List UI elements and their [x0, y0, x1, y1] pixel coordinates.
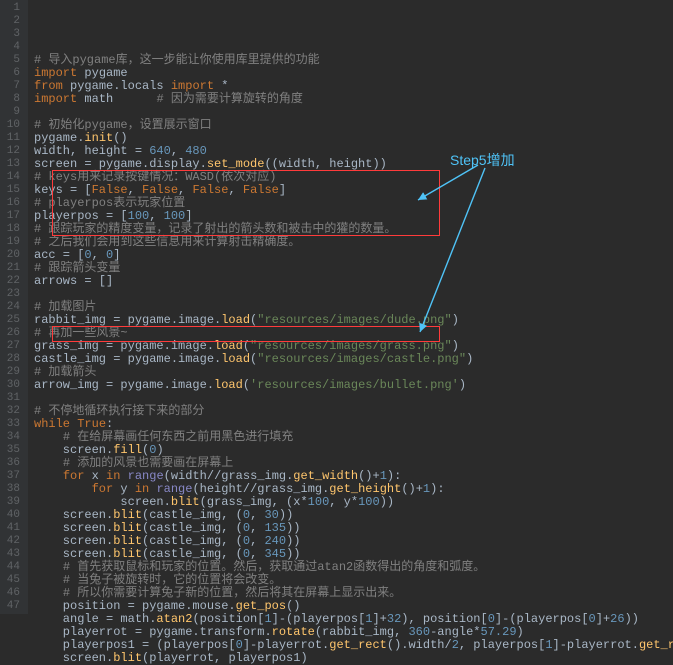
code-line[interactable]: # 不停地循环执行接下来的部分 [34, 405, 673, 418]
line-number: 4 [4, 41, 20, 54]
line-number: 37 [4, 470, 20, 483]
line-number: 22 [4, 275, 20, 288]
code-line[interactable]: screen.blit(playerrot, playerpos1) [34, 652, 673, 665]
code-line[interactable]: acc = [0, 0] [34, 249, 673, 262]
line-number: 26 [4, 327, 20, 340]
line-number: 16 [4, 197, 20, 210]
line-number: 1 [4, 2, 20, 15]
line-number: 8 [4, 93, 20, 106]
line-number: 42 [4, 535, 20, 548]
code-editor[interactable]: 1234567891011121314151617181920212223242… [0, 0, 673, 614]
line-number: 20 [4, 249, 20, 262]
line-number: 9 [4, 106, 20, 119]
line-number: 28 [4, 353, 20, 366]
line-number: 10 [4, 119, 20, 132]
line-number: 46 [4, 587, 20, 600]
line-number: 2 [4, 15, 20, 28]
line-number: 6 [4, 67, 20, 80]
line-number: 13 [4, 158, 20, 171]
line-number: 41 [4, 522, 20, 535]
line-number: 18 [4, 223, 20, 236]
code-line[interactable]: arrow_img = pygame.image.load('resources… [34, 379, 673, 392]
line-number: 23 [4, 288, 20, 301]
line-number: 11 [4, 132, 20, 145]
line-number: 43 [4, 548, 20, 561]
code-line[interactable]: # 导入pygame库，这一步能让你使用库里提供的功能 [34, 54, 673, 67]
line-number: 29 [4, 366, 20, 379]
line-number: 21 [4, 262, 20, 275]
line-gutter: 1234567891011121314151617181920212223242… [0, 0, 28, 614]
code-line[interactable]: rabbit_img = pygame.image.load("resource… [34, 314, 673, 327]
code-line[interactable]: import math # 因为需要计算旋转的角度 [34, 93, 673, 106]
code-line[interactable]: arrows = [] [34, 275, 673, 288]
line-number: 36 [4, 457, 20, 470]
line-number: 14 [4, 171, 20, 184]
code-line[interactable]: castle_img = pygame.image.load("resource… [34, 353, 673, 366]
line-number: 19 [4, 236, 20, 249]
code-line[interactable]: angle = math.atan2(position[1]-(playerpo… [34, 613, 673, 626]
line-number: 38 [4, 483, 20, 496]
code-line[interactable] [34, 288, 673, 301]
code-line[interactable]: # 初始化pygame，设置展示窗口 [34, 119, 673, 132]
line-number: 24 [4, 301, 20, 314]
line-number: 27 [4, 340, 20, 353]
line-number: 40 [4, 509, 20, 522]
line-number: 45 [4, 574, 20, 587]
line-number: 33 [4, 418, 20, 431]
line-number: 44 [4, 561, 20, 574]
code-line[interactable]: # 之后我们会用到这些信息用来计算射击精确度。 [34, 236, 673, 249]
line-number: 7 [4, 80, 20, 93]
line-number: 12 [4, 145, 20, 158]
line-number: 32 [4, 405, 20, 418]
code-line[interactable]: # 跟踪箭头变量 [34, 262, 673, 275]
line-number: 17 [4, 210, 20, 223]
line-number: 5 [4, 54, 20, 67]
code-area[interactable]: # 导入pygame库，这一步能让你使用库里提供的功能import pygame… [28, 0, 673, 614]
line-number: 30 [4, 379, 20, 392]
line-number: 34 [4, 431, 20, 444]
line-number: 47 [4, 600, 20, 613]
line-number: 35 [4, 444, 20, 457]
line-number: 25 [4, 314, 20, 327]
line-number: 39 [4, 496, 20, 509]
line-number: 3 [4, 28, 20, 41]
line-number: 31 [4, 392, 20, 405]
line-number: 15 [4, 184, 20, 197]
